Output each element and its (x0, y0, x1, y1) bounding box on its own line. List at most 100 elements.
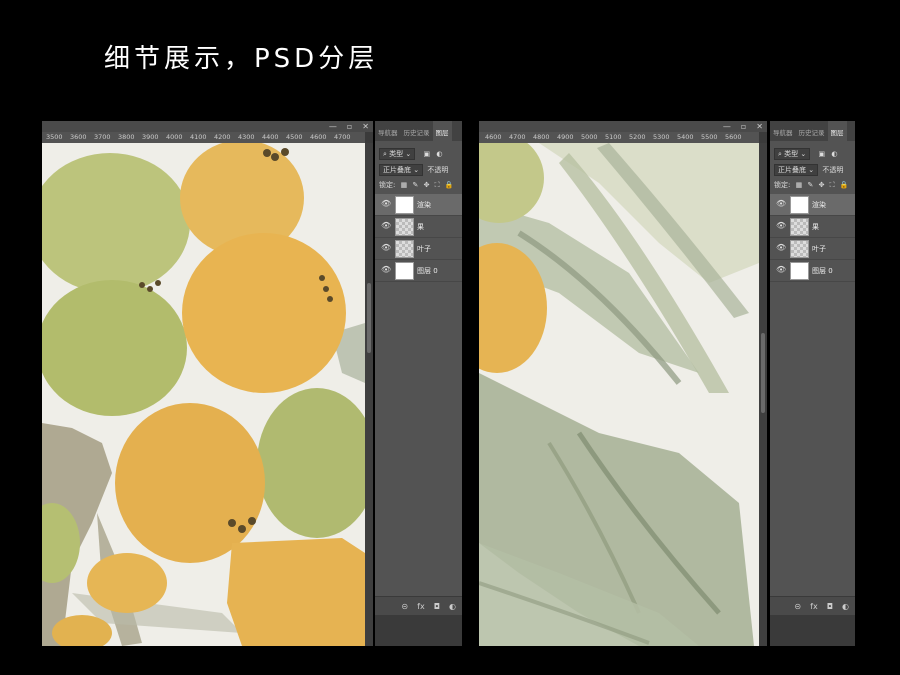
layer-name: 果 (417, 223, 424, 231)
lock-move-icon[interactable]: ✥ (424, 181, 430, 189)
leaf-painting (479, 143, 759, 646)
tab-navigator[interactable]: 导航器 (770, 121, 796, 141)
ruler-tick: 5400 (677, 133, 694, 141)
lock-row: 锁定: ▦ ✎ ✥ ⛶ 🔒 (379, 179, 460, 191)
layer-row[interactable]: 👁 渲染 (770, 194, 855, 216)
ruler-tick: 4800 (533, 133, 550, 141)
visibility-eye-icon[interactable]: 👁 (381, 265, 391, 274)
filter-type-select[interactable]: ⌕ 类型 ⌄ (379, 148, 416, 160)
visibility-eye-icon[interactable]: 👁 (776, 243, 786, 252)
lock-artboard-icon[interactable]: ⛶ (830, 181, 835, 189)
layer-row[interactable]: 👁 渲染 (375, 194, 462, 216)
blend-mode-label: 正片叠底 (383, 166, 411, 174)
ruler-tick: 3600 (70, 133, 87, 141)
adjustment-icon[interactable]: ◐ (449, 602, 456, 611)
ruler-tick: 4700 (509, 133, 526, 141)
link-icon[interactable]: ⊝ (401, 602, 408, 611)
layer-thumbnail (395, 262, 414, 280)
window-titlebar: — ▫ ✕ (479, 121, 767, 132)
lock-label: 锁定: (774, 181, 791, 189)
layer-row[interactable]: 👁 叶子 (770, 238, 855, 260)
visibility-eye-icon[interactable]: 👁 (381, 243, 391, 252)
canvas-area[interactable] (42, 143, 365, 646)
vertical-scrollbar[interactable] (759, 143, 767, 646)
image-filter-icon[interactable]: ▣ (423, 150, 430, 158)
close-icon[interactable]: ✕ (362, 121, 369, 132)
layer-row[interactable]: 👁 果 (770, 216, 855, 238)
layer-thumbnail (395, 240, 414, 258)
filter-type-select[interactable]: ⌕ 类型 ⌄ (774, 148, 811, 160)
lock-paint-icon[interactable]: ✎ (412, 181, 418, 189)
layer-row[interactable]: 👁 图层 0 (375, 260, 462, 282)
blend-mode-select[interactable]: 正片叠底 ⌄ (379, 164, 424, 176)
layer-thumbnail (395, 218, 414, 236)
layers-panel-right: 导航器 历史记录 图层 ⌕ 类型 ⌄ ▣ ◐ 正片叠底 ⌄ 不透明 锁定: ▦ … (770, 121, 855, 615)
layer-name: 图层 0 (812, 267, 833, 275)
ruler-tick: 5600 (725, 133, 742, 141)
restore-icon[interactable]: ▫ (347, 121, 352, 132)
document-window-right: — ▫ ✕ 4600 4700 4800 4900 5000 5100 5200… (479, 121, 767, 646)
filter-type-label: 类型 (389, 150, 404, 158)
fx-icon[interactable]: fx (810, 602, 818, 611)
visibility-eye-icon[interactable]: 👁 (776, 199, 786, 208)
mask-icon[interactable]: ◘ (434, 602, 440, 611)
visibility-eye-icon[interactable]: 👁 (776, 265, 786, 274)
restore-icon[interactable]: ▫ (741, 121, 746, 132)
layers-panel-left: 导航器 历史记录 图层 ⌕ 类型 ⌄ ▣ ◐ 正片叠底 ⌄ 不透明 锁定: ▦ … (375, 121, 462, 615)
blend-row: 正片叠底 ⌄ 不透明 (379, 164, 460, 176)
lock-all-icon[interactable]: 🔒 (840, 181, 849, 189)
canvas-area[interactable] (479, 143, 759, 646)
visibility-eye-icon[interactable]: 👁 (776, 221, 786, 230)
layer-row[interactable]: 👁 图层 0 (770, 260, 855, 282)
layers-panel-footer: ⊝ fx ◘ ◐ (770, 596, 855, 615)
adjustment-filter-icon[interactable]: ◐ (831, 150, 837, 158)
adjustment-icon[interactable]: ◐ (842, 602, 849, 611)
layer-thumbnail (790, 196, 809, 214)
mask-icon[interactable]: ◘ (827, 602, 833, 611)
ruler-tick: 5500 (701, 133, 718, 141)
fx-icon[interactable]: fx (417, 602, 425, 611)
layer-thumbnail (790, 262, 809, 280)
lock-row: 锁定: ▦ ✎ ✥ ⛶ 🔒 (774, 179, 853, 191)
ruler-tick: 5000 (581, 133, 598, 141)
lock-label: 锁定: (379, 181, 396, 189)
scrollbar-thumb[interactable] (761, 333, 765, 413)
visibility-eye-icon[interactable]: 👁 (381, 221, 391, 230)
tab-history[interactable]: 历史记录 (401, 121, 433, 141)
image-filter-icon[interactable]: ▣ (818, 150, 825, 158)
ruler-tick: 3900 (142, 133, 159, 141)
tab-navigator[interactable]: 导航器 (375, 121, 401, 141)
lock-transparent-icon[interactable]: ▦ (401, 181, 408, 189)
visibility-eye-icon[interactable]: 👁 (381, 199, 391, 208)
lock-artboard-icon[interactable]: ⛶ (435, 181, 440, 189)
ruler-tick: 5100 (605, 133, 622, 141)
tab-layers[interactable]: 图层 (432, 121, 452, 141)
lock-paint-icon[interactable]: ✎ (807, 181, 813, 189)
filter-type-label: 类型 (784, 150, 799, 158)
lock-move-icon[interactable]: ✥ (819, 181, 825, 189)
layer-name: 渲染 (417, 201, 431, 209)
blend-mode-label: 正片叠底 (778, 166, 806, 174)
page-title: 细节展示，PSD分层 (104, 44, 379, 74)
tab-history[interactable]: 历史记录 (796, 121, 828, 141)
layers-panel-footer: ⊝ fx ◘ ◐ (375, 596, 462, 615)
tab-layers[interactable]: 图层 (827, 121, 847, 141)
layer-row[interactable]: 👁 叶子 (375, 238, 462, 260)
adjustment-filter-icon[interactable]: ◐ (436, 150, 442, 158)
layer-thumbnail (790, 218, 809, 236)
vertical-scrollbar[interactable] (365, 143, 373, 646)
lock-transparent-icon[interactable]: ▦ (796, 181, 803, 189)
ruler-tick: 4700 (334, 133, 351, 141)
scrollbar-thumb[interactable] (367, 283, 371, 353)
ruler-tick: 4400 (262, 133, 279, 141)
close-icon[interactable]: ✕ (756, 121, 763, 132)
blend-mode-select[interactable]: 正片叠底 ⌄ (774, 164, 819, 176)
filter-row: ⌕ 类型 ⌄ ▣ ◐ (379, 148, 460, 160)
layer-row[interactable]: 👁 果 (375, 216, 462, 238)
minimize-icon[interactable]: — (723, 121, 731, 132)
ruler-tick: 5200 (629, 133, 646, 141)
panel-tabs: 导航器 历史记录 图层 (375, 121, 462, 141)
minimize-icon[interactable]: — (329, 121, 337, 132)
link-icon[interactable]: ⊝ (794, 602, 801, 611)
lock-all-icon[interactable]: 🔒 (445, 181, 454, 189)
